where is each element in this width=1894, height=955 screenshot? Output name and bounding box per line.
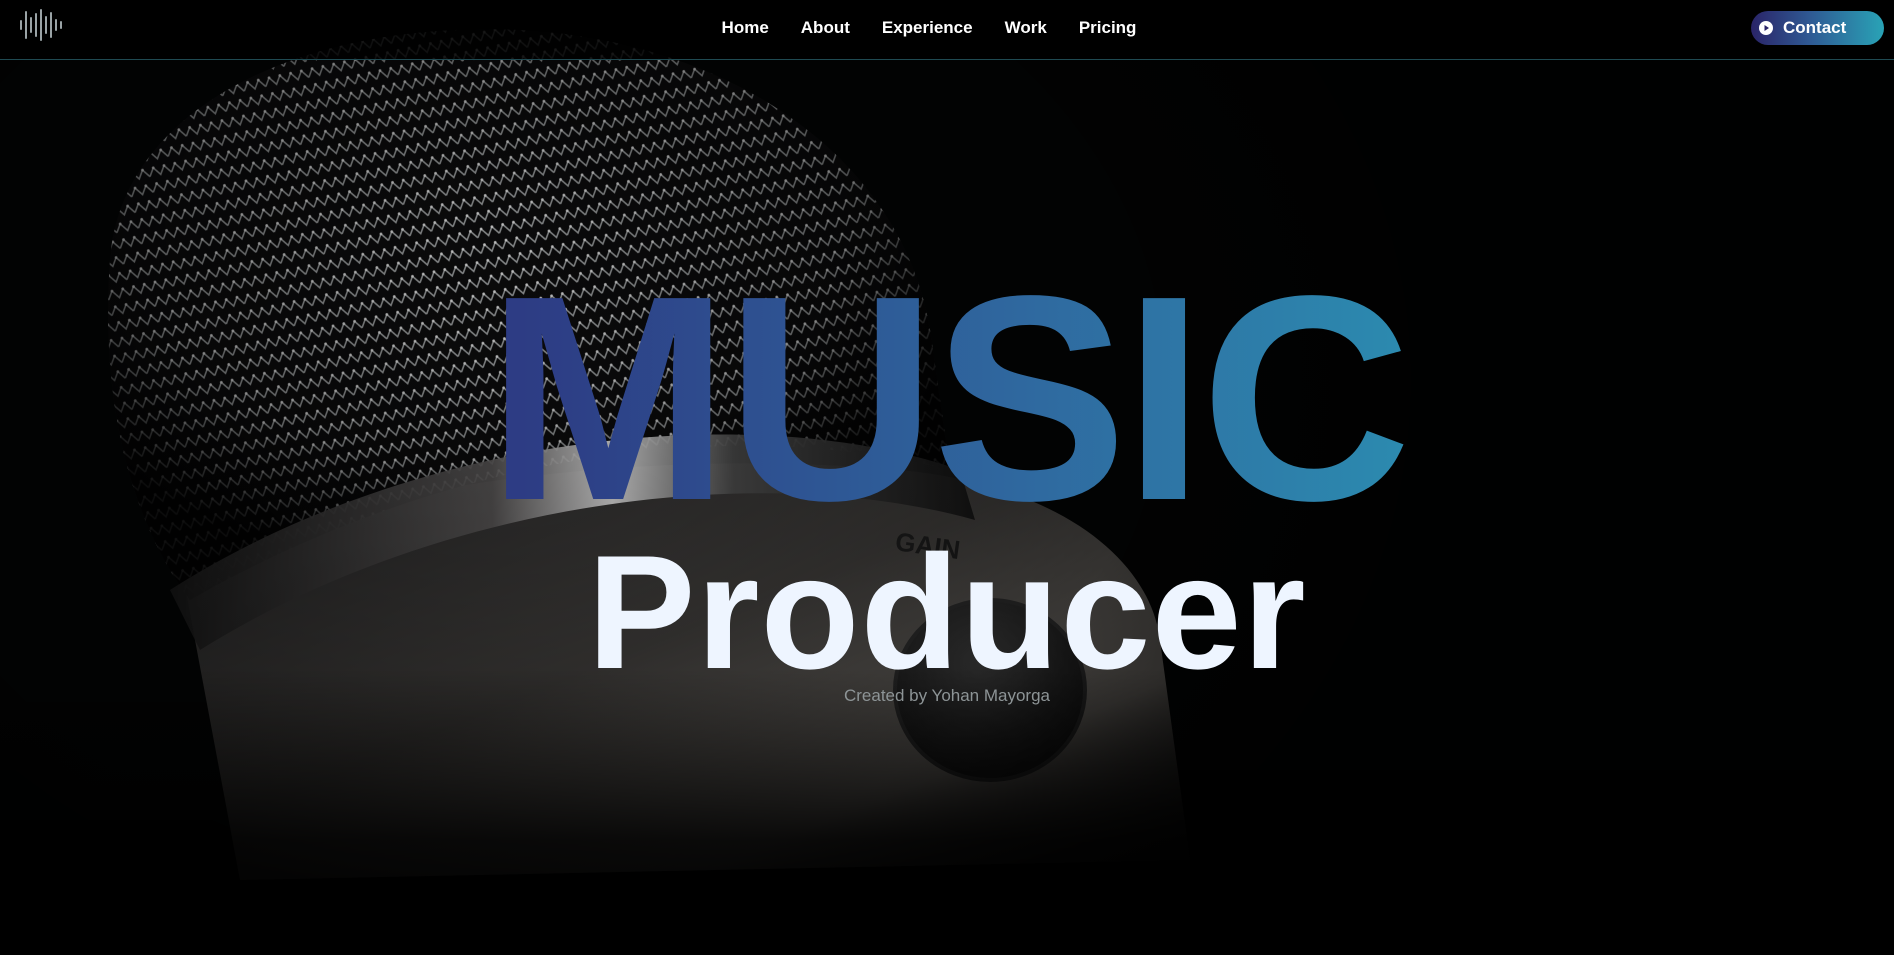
nav-about-link[interactable]: About (801, 18, 850, 38)
hero-subtitle: Producer (587, 522, 1307, 703)
main-nav: Home About Experience Work Pricing (0, 0, 1894, 56)
play-circle-icon (1759, 21, 1773, 35)
page: GAIN Home About Experience Work Pricing (0, 0, 1894, 955)
top-navbar: Home About Experience Work Pricing Conta… (0, 0, 1894, 60)
nav-home-link[interactable]: Home (722, 18, 769, 38)
hero-title: MUSIC (0, 252, 1894, 544)
nav-pricing-link[interactable]: Pricing (1079, 18, 1137, 38)
hero-credit: Created by Yohan Mayorga (843, 686, 1051, 705)
contact-button-label: Contact (1783, 18, 1847, 37)
contact-button[interactable]: Contact (1751, 11, 1884, 45)
nav-work-link[interactable]: Work (1005, 18, 1047, 38)
nav-experience-link[interactable]: Experience (882, 18, 973, 38)
